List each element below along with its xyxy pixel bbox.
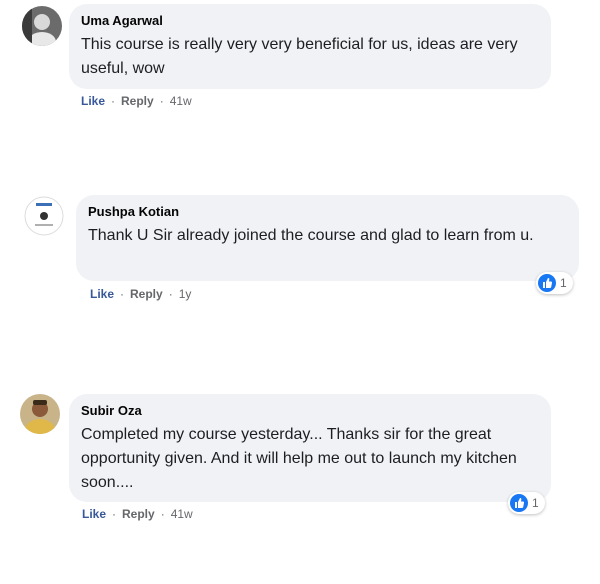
like-link[interactable]: Like: [82, 507, 106, 521]
separator: ·: [112, 507, 117, 521]
reply-link[interactable]: Reply: [122, 507, 155, 521]
avatar[interactable]: [20, 394, 60, 434]
comment-text: This course is really very very benefici…: [81, 36, 518, 77]
reply-link[interactable]: Reply: [130, 287, 163, 301]
like-link[interactable]: Like: [81, 94, 105, 108]
reply-link[interactable]: Reply: [121, 94, 154, 108]
like-reaction-icon: [510, 494, 528, 512]
separator: ·: [160, 507, 165, 521]
separator: ·: [159, 94, 164, 108]
like-reaction-icon: [538, 274, 556, 292]
reaction-summary[interactable]: 1: [536, 272, 573, 294]
comment-bubble: Subir Oza Completed my course yesterday.…: [69, 394, 551, 502]
profile-photo-icon: [22, 6, 62, 46]
comment-timestamp[interactable]: 1y: [179, 287, 192, 301]
comment-text: Thank U Sir already joined the course an…: [88, 227, 534, 244]
reaction-count: 1: [560, 276, 567, 290]
separator: ·: [120, 287, 125, 301]
comment-author[interactable]: Subir Oza: [81, 402, 539, 420]
comment-actions: Like · Reply · 1y: [90, 287, 191, 301]
comment-bubble: Pushpa Kotian Thank U Sir already joined…: [76, 195, 579, 281]
profile-photo-icon: [20, 394, 60, 434]
avatar[interactable]: [24, 196, 64, 236]
comment-text: Completed my course yesterday... Thanks …: [81, 426, 517, 491]
reaction-summary[interactable]: 1: [508, 492, 545, 514]
comment-actions: Like · Reply · 41w: [81, 94, 192, 108]
comment-author[interactable]: Pushpa Kotian: [88, 203, 567, 221]
separator: ·: [111, 94, 116, 108]
reaction-count: 1: [532, 496, 539, 510]
avatar[interactable]: [22, 6, 62, 46]
comment-timestamp[interactable]: 41w: [171, 507, 193, 521]
comment-bubble: Uma Agarwal This course is really very v…: [69, 4, 551, 89]
profile-photo-icon: [24, 196, 64, 236]
comment-timestamp[interactable]: 41w: [170, 94, 192, 108]
like-link[interactable]: Like: [90, 287, 114, 301]
comment-author[interactable]: Uma Agarwal: [81, 12, 539, 30]
separator: ·: [168, 287, 173, 301]
comment-actions: Like · Reply · 41w: [82, 507, 193, 521]
